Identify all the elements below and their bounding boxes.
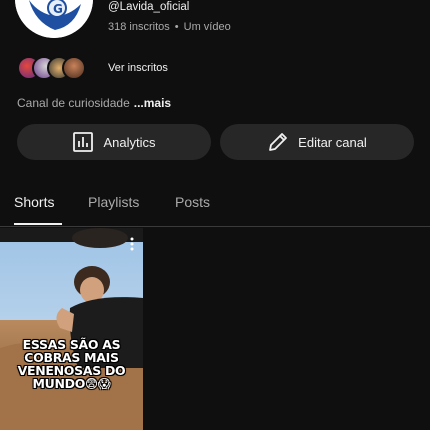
subscriber-avatars[interactable] (17, 55, 86, 81)
analytics-button[interactable]: Analytics (17, 124, 211, 160)
short-caption: ESSAS SÃO AS COBRAS MAIS VENENOSAS DO MU… (17, 337, 126, 391)
see-subscribers-link[interactable]: Ver inscritos (108, 62, 168, 74)
channel-tabs: Shorts Playlists Posts (0, 188, 430, 227)
video-count: Um vídeo (183, 21, 231, 33)
channel-meta: 318 inscritos • Um vídeo (108, 21, 231, 33)
separator-dot: • (174, 21, 179, 33)
edit-channel-label: Editar canal (298, 134, 367, 150)
tab-shorts[interactable]: Shorts (14, 194, 54, 210)
pencil-icon (267, 131, 289, 153)
short-thumbnail[interactable]: ESSAS SÃO AS COBRAS MAIS VENENOSAS DO MU… (0, 228, 143, 430)
tab-posts[interactable]: Posts (175, 194, 210, 210)
tab-playlists[interactable]: Playlists (88, 194, 139, 210)
edit-channel-button[interactable]: Editar canal (220, 124, 414, 160)
more-link[interactable]: ...mais (134, 96, 171, 110)
channel-description[interactable]: Canal de curiosidade ...mais (17, 96, 171, 110)
subscriber-avatar (62, 56, 86, 80)
subscriber-count: 318 inscritos (108, 21, 170, 33)
channel-avatar[interactable]: G (15, 0, 93, 38)
analytics-label: Analytics (103, 134, 156, 150)
kebab-menu-icon[interactable] (130, 237, 134, 256)
bar-chart-icon (72, 131, 94, 153)
active-tab-indicator (14, 223, 62, 225)
description-text: Canal de curiosidade (17, 96, 130, 110)
svg-text:G: G (53, 2, 63, 16)
channel-handle: @Lavida_oficial (108, 1, 190, 13)
